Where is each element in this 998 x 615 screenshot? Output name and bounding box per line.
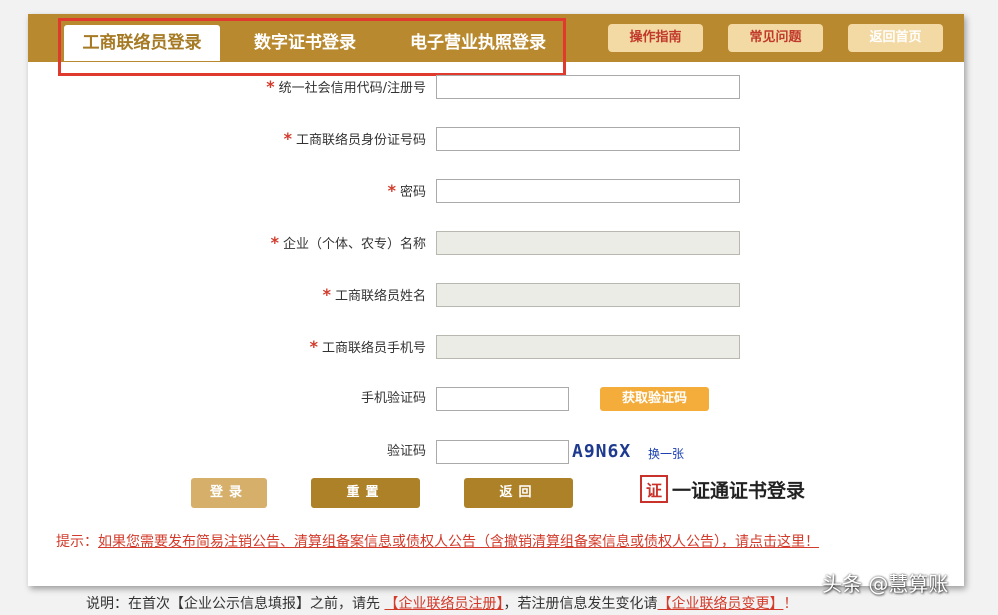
required-mark: * <box>283 129 292 148</box>
credit-code-label: * 统一社会信用代码/注册号 <box>266 77 426 97</box>
sms-code-input[interactable] <box>436 387 569 411</box>
required-mark: * <box>266 77 275 96</box>
home-button[interactable]: 返回首页 <box>848 24 943 52</box>
back-button[interactable]: 返回 <box>464 478 573 508</box>
cert-login-label: 一证通证书登录 <box>672 479 806 502</box>
enterprise-name-label: * 企业（个体、农专）名称 <box>270 233 426 253</box>
contact-phone-field <box>436 335 740 359</box>
get-code-button[interactable]: 获取验证码 <box>600 387 709 411</box>
required-mark: * <box>270 233 279 252</box>
captcha-refresh-link[interactable]: 换一张 <box>648 445 684 462</box>
required-mark: * <box>309 337 318 356</box>
watermark: 头条 @慧算账 <box>822 572 949 596</box>
contact-change-link[interactable]: 【企业联络员变更】 <box>657 596 783 612</box>
contact-name-label: * 工商联络员姓名 <box>322 285 426 305</box>
hint-prefix: 提示： <box>56 534 98 550</box>
contact-name-field <box>436 283 740 307</box>
id-number-input[interactable] <box>436 127 740 151</box>
cert-login-link[interactable]: 证 一证通证书登录 <box>640 474 805 504</box>
login-button[interactable]: 登录 <box>191 478 267 508</box>
note-text: 说明：在首次【企业公示信息填报】之前，请先 <box>86 596 380 612</box>
hint-line: 提示：如果您需要发布简易注销公告、清算组备案信息或债权人公告（含撤销清算组备案信… <box>56 531 819 551</box>
contact-phone-label: * 工商联络员手机号 <box>309 337 426 357</box>
required-mark: * <box>322 285 331 304</box>
contact-register-link[interactable]: 【企业联络员注册】 <box>384 596 503 612</box>
id-number-label: * 工商联络员身份证号码 <box>283 129 426 149</box>
captcha-label: 验证码 <box>386 444 426 459</box>
note-text: ，若注册信息发生变化请 <box>503 596 658 612</box>
announcement-link[interactable]: 如果您需要发布简易注销公告、清算组备案信息或债权人公告（含撤销清算组备案信息或债… <box>98 534 819 550</box>
enterprise-name-field <box>436 231 740 255</box>
sms-code-label: 手机验证码 <box>360 391 426 406</box>
certificate-icon: 证 <box>640 475 668 503</box>
reset-button[interactable]: 重置 <box>311 478 420 508</box>
required-mark: * <box>387 181 396 200</box>
tabs-highlight-box <box>58 18 566 76</box>
note-text: ！ <box>783 596 798 612</box>
captcha-image[interactable]: A9N6X <box>572 441 631 462</box>
captcha-input[interactable] <box>436 440 569 464</box>
guide-button[interactable]: 操作指南 <box>608 24 703 52</box>
credit-code-input[interactable] <box>436 75 740 99</box>
password-label: * 密码 <box>387 181 426 201</box>
registration-note: 说明：在首次【企业公示信息填报】之前，请先 【企业联络员注册】，若注册信息发生变… <box>86 593 797 613</box>
password-input[interactable] <box>436 179 740 203</box>
faq-button[interactable]: 常见问题 <box>728 24 823 52</box>
